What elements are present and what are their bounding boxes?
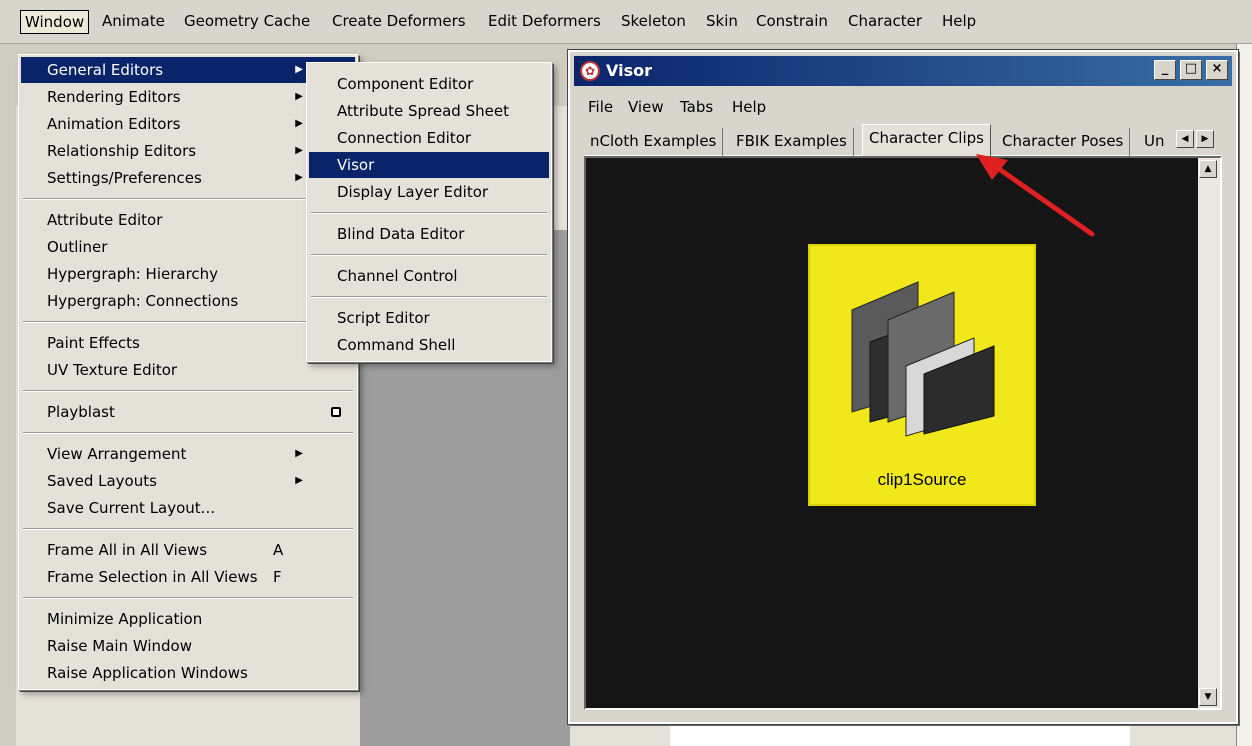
- menu-character[interactable]: Character: [844, 10, 926, 32]
- submenu-item-component-editor[interactable]: Component Editor: [309, 71, 549, 97]
- minimize-button[interactable]: _: [1154, 60, 1176, 80]
- menu-item-label: General Editors: [47, 61, 164, 79]
- menu-item-general-editors[interactable]: General Editors ▶: [21, 57, 355, 83]
- menu-constrain[interactable]: Constrain: [752, 10, 832, 32]
- main-menubar: Window Animate Geometry Cache Create Def…: [0, 0, 1252, 44]
- menu-item-raise-application-windows[interactable]: Raise Application Windows: [21, 660, 355, 686]
- submenu-item-script-editor[interactable]: Script Editor: [309, 305, 549, 331]
- menu-item-label: Animation Editors: [47, 115, 181, 133]
- menu-skeleton[interactable]: Skeleton: [617, 10, 690, 32]
- menu-item-frame-all[interactable]: Frame All in All Views A: [21, 537, 355, 563]
- submenu-arrow-icon: ▶: [295, 91, 303, 102]
- menu-item-attribute-editor[interactable]: Attribute Editor: [21, 207, 355, 233]
- visor-content-pane: clip1Source ▲ ▼: [584, 156, 1222, 710]
- menu-item-outliner[interactable]: Outliner: [21, 234, 355, 260]
- tab-fbik-examples[interactable]: FBIK Examples: [730, 128, 854, 156]
- visor-menu-file[interactable]: File: [588, 98, 613, 116]
- submenu-item-attribute-spread-sheet[interactable]: Attribute Spread Sheet: [309, 98, 549, 124]
- submenu-arrow-icon: ▶: [295, 64, 303, 75]
- menu-item-label: View Arrangement: [47, 445, 187, 463]
- submenu-arrow-icon: ▶: [295, 448, 303, 459]
- visor-title-bar[interactable]: ✿ Visor _ □ ×: [574, 56, 1232, 86]
- visor-menu-tabs[interactable]: Tabs: [680, 98, 713, 116]
- maximize-button[interactable]: □: [1180, 60, 1202, 80]
- character-clip-icon: [851, 281, 995, 437]
- submenu-arrow-icon: ▶: [295, 118, 303, 129]
- menu-animate[interactable]: Animate: [98, 10, 169, 32]
- option-box-icon[interactable]: [331, 407, 341, 417]
- tab-ncloth-examples[interactable]: nCloth Examples: [584, 128, 724, 156]
- menu-item-label: Frame All in All Views: [47, 541, 208, 559]
- clip-label: clip1Source: [877, 470, 967, 489]
- tab-scroll-right-icon[interactable]: ▶: [1196, 130, 1214, 148]
- submenu-item-visor[interactable]: Visor: [309, 152, 549, 178]
- menu-item-relationship-editors[interactable]: Relationship Editors ▶: [21, 138, 355, 164]
- submenu-item-channel-control[interactable]: Channel Control: [309, 263, 549, 289]
- general-editors-submenu: Component Editor Attribute Spread Sheet …: [306, 62, 552, 362]
- menu-item-paint-effects[interactable]: Paint Effects: [21, 330, 355, 356]
- menu-separator: [23, 321, 353, 323]
- menu-item-save-current-layout[interactable]: Save Current Layout...: [21, 495, 355, 521]
- channel-box-edge: [1236, 44, 1252, 746]
- menu-item-saved-layouts[interactable]: Saved Layouts ▶: [21, 468, 355, 494]
- menu-item-animation-editors[interactable]: Animation Editors ▶: [21, 111, 355, 137]
- submenu-arrow-icon: ▶: [295, 172, 303, 183]
- submenu-arrow-icon: ▶: [295, 475, 303, 486]
- maya-logo-icon: ✿: [580, 61, 600, 81]
- menu-separator: [23, 432, 353, 434]
- submenu-arrow-icon: ▶: [295, 145, 303, 156]
- menu-item-hypergraph-connections[interactable]: Hypergraph: Connections: [21, 288, 355, 314]
- menu-geometry-cache[interactable]: Geometry Cache: [180, 10, 314, 32]
- menu-item-view-arrangement[interactable]: View Arrangement ▶: [21, 441, 355, 467]
- clip-item[interactable]: clip1Source: [808, 244, 1036, 506]
- scroll-up-icon[interactable]: ▲: [1199, 160, 1217, 178]
- menu-separator: [311, 212, 547, 214]
- menu-item-label: Frame Selection in All Views: [47, 568, 258, 586]
- visor-window: ✿ Visor _ □ × File View Tabs Help nCloth…: [567, 49, 1239, 725]
- submenu-item-connection-editor[interactable]: Connection Editor: [309, 125, 549, 151]
- menu-item-raise-main-window[interactable]: Raise Main Window: [21, 633, 355, 659]
- menu-window[interactable]: Window: [20, 10, 90, 34]
- menu-separator: [311, 254, 547, 256]
- menu-item-uv-texture-editor[interactable]: UV Texture Editor: [21, 357, 355, 383]
- menu-item-rendering-editors[interactable]: Rendering Editors ▶: [21, 84, 355, 110]
- submenu-item-blind-data-editor[interactable]: Blind Data Editor: [309, 221, 549, 247]
- shortcut-label: F: [273, 568, 282, 586]
- menu-item-label: Playblast: [47, 403, 115, 421]
- menu-separator: [23, 597, 353, 599]
- scroll-down-icon[interactable]: ▼: [1199, 688, 1217, 706]
- menu-skin[interactable]: Skin: [702, 10, 742, 32]
- tab-scroll-left-icon[interactable]: ◀: [1176, 130, 1194, 148]
- menu-separator: [23, 198, 353, 200]
- left-toolbox: [0, 106, 16, 746]
- menu-separator: [23, 390, 353, 392]
- annotation-arrow-icon: [976, 154, 1095, 237]
- menu-item-frame-selection[interactable]: Frame Selection in All Views F: [21, 564, 355, 590]
- visor-menu-view[interactable]: View: [628, 98, 664, 116]
- vertical-scrollbar[interactable]: ▲ ▼: [1198, 158, 1220, 708]
- menu-create-deformers[interactable]: Create Deformers: [328, 10, 470, 32]
- menu-item-label: Saved Layouts: [47, 472, 157, 490]
- menu-help[interactable]: Help: [938, 10, 980, 32]
- menu-item-label: Settings/Preferences: [47, 169, 202, 187]
- submenu-item-display-layer-editor[interactable]: Display Layer Editor: [309, 179, 549, 205]
- menu-item-label: Rendering Editors: [47, 88, 181, 106]
- visor-tab-bar: nCloth Examples FBIK Examples Character …: [584, 124, 1222, 156]
- shortcut-label: A: [273, 541, 284, 559]
- visor-menu-help[interactable]: Help: [732, 98, 766, 116]
- menu-item-minimize-application[interactable]: Minimize Application: [21, 606, 355, 632]
- viewport-bottom: [670, 722, 1130, 746]
- visor-title: Visor: [606, 61, 652, 80]
- menu-item-playblast[interactable]: Playblast: [21, 399, 355, 425]
- visor-menubar: File View Tabs Help: [584, 94, 1222, 120]
- menu-item-hypergraph-hierarchy[interactable]: Hypergraph: Hierarchy: [21, 261, 355, 287]
- tab-truncated[interactable]: Un: [1138, 128, 1178, 156]
- menu-separator: [23, 528, 353, 530]
- menu-edit-deformers[interactable]: Edit Deformers: [484, 10, 605, 32]
- menu-item-settings-preferences[interactable]: Settings/Preferences ▶: [21, 165, 355, 191]
- menu-item-label: Relationship Editors: [47, 142, 197, 160]
- close-button[interactable]: ×: [1206, 60, 1228, 80]
- submenu-item-command-shell[interactable]: Command Shell: [309, 332, 549, 358]
- menu-separator: [311, 296, 547, 298]
